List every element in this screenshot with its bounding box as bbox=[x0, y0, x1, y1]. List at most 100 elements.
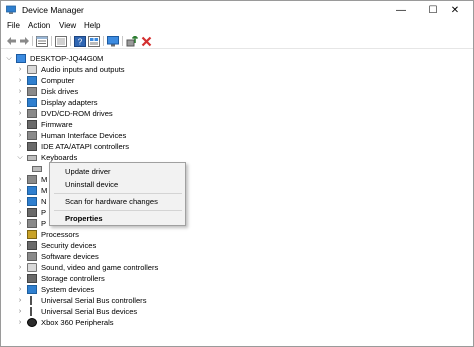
chevron-right-icon[interactable]: › bbox=[16, 76, 24, 86]
tree-item-label: IDE ATA/ATAPI controllers bbox=[41, 142, 130, 151]
tree-item-sound[interactable]: › Sound, video and game controllers bbox=[16, 262, 158, 273]
hid-icon bbox=[27, 131, 37, 140]
computer-icon bbox=[27, 76, 37, 85]
chevron-right-icon[interactable]: › bbox=[16, 98, 24, 108]
chevron-right-icon[interactable]: › bbox=[16, 307, 24, 317]
menu-help[interactable]: Help bbox=[84, 21, 100, 30]
tree-item-security[interactable]: › Security devices bbox=[16, 240, 96, 251]
tree-item-processors[interactable]: › Processors bbox=[16, 229, 79, 240]
chevron-right-icon[interactable]: › bbox=[16, 252, 24, 262]
menu-action[interactable]: Action bbox=[28, 21, 50, 30]
tree-item-system[interactable]: › System devices bbox=[16, 284, 94, 295]
tree-item-xbox[interactable]: › Xbox 360 Peripherals bbox=[16, 317, 114, 328]
tree-item-label: Human Interface Devices bbox=[41, 131, 127, 140]
properties-icon[interactable] bbox=[36, 35, 48, 47]
chevron-right-icon[interactable]: › bbox=[16, 296, 24, 306]
uninstall-icon[interactable] bbox=[140, 35, 152, 47]
tree-item-ide[interactable]: › IDE ATA/ATAPI controllers bbox=[16, 141, 129, 152]
keyboard-icon bbox=[27, 154, 37, 161]
menu-separator bbox=[54, 193, 182, 194]
tree-item-label: N bbox=[41, 197, 47, 206]
menu-file[interactable]: File bbox=[7, 21, 20, 30]
chevron-down-icon[interactable]: ⌵ bbox=[16, 153, 24, 163]
tree-item-storage[interactable]: › Storage controllers bbox=[16, 273, 105, 284]
chevron-right-icon[interactable]: › bbox=[16, 318, 24, 328]
chevron-right-icon[interactable]: › bbox=[16, 142, 24, 152]
processor-icon bbox=[27, 230, 37, 239]
tree-item-disk-drives[interactable]: › Disk drives bbox=[16, 86, 78, 97]
chevron-right-icon[interactable]: › bbox=[16, 208, 24, 218]
speaker-icon bbox=[27, 65, 37, 74]
tree-item-mice[interactable]: › M bbox=[16, 174, 47, 185]
update-driver-icon[interactable] bbox=[126, 35, 138, 47]
chevron-right-icon[interactable]: › bbox=[16, 109, 24, 119]
chevron-right-icon[interactable]: › bbox=[16, 175, 24, 185]
tree-root-node[interactable]: ⌵ DESKTOP-JQ44G0M bbox=[5, 53, 103, 64]
svg-text:?: ? bbox=[78, 37, 83, 46]
toolbar: ? bbox=[1, 33, 473, 49]
chevron-right-icon[interactable]: › bbox=[16, 219, 24, 229]
tree-item-display-adapters[interactable]: › Display adapters bbox=[16, 97, 98, 108]
forward-icon[interactable] bbox=[18, 35, 30, 47]
chevron-right-icon[interactable]: › bbox=[16, 131, 24, 141]
menu-scan-hardware[interactable]: Scan for hardware changes bbox=[65, 197, 158, 206]
chevron-right-icon[interactable]: › bbox=[16, 285, 24, 295]
view-icon[interactable] bbox=[88, 35, 100, 47]
toolbar-separator bbox=[122, 36, 123, 46]
toolbar-separator bbox=[51, 36, 52, 46]
usb-icon bbox=[30, 296, 34, 305]
chevron-right-icon[interactable]: › bbox=[16, 65, 24, 75]
close-button[interactable]: ✕ bbox=[437, 1, 473, 19]
chevron-right-icon[interactable]: › bbox=[16, 274, 24, 284]
tree-item-firmware[interactable]: › Firmware bbox=[16, 119, 73, 130]
keyboard-icon bbox=[32, 165, 42, 172]
tree-item-dvd[interactable]: › DVD/CD-ROM drives bbox=[16, 108, 113, 119]
tree-item-usb-controllers[interactable]: › Universal Serial Bus controllers bbox=[16, 295, 147, 306]
port-icon bbox=[27, 208, 37, 217]
monitor-icon[interactable] bbox=[107, 35, 119, 47]
tree-item-usb-devices[interactable]: › Universal Serial Bus devices bbox=[16, 306, 137, 317]
tree-item-label: Sound, video and game controllers bbox=[41, 263, 159, 272]
tree-item-print[interactable]: › P bbox=[16, 218, 46, 229]
minimize-button[interactable]: — bbox=[383, 1, 419, 19]
tree-item-label: P bbox=[41, 219, 47, 228]
toolbar-separator bbox=[103, 36, 104, 46]
title-bar[interactable]: Device Manager — ☐ ✕ bbox=[1, 1, 473, 19]
tree-item-label: Disk drives bbox=[41, 87, 79, 96]
chevron-right-icon[interactable]: › bbox=[16, 197, 24, 207]
help-icon[interactable]: ? bbox=[74, 35, 86, 47]
chevron-right-icon[interactable]: › bbox=[16, 186, 24, 196]
system-icon bbox=[27, 285, 37, 294]
menu-properties[interactable]: Properties bbox=[65, 214, 103, 223]
chevron-right-icon[interactable]: › bbox=[16, 263, 24, 273]
chevron-right-icon[interactable]: › bbox=[16, 120, 24, 130]
menu-view[interactable]: View bbox=[59, 21, 76, 30]
chevron-down-icon[interactable]: ⌵ bbox=[5, 54, 13, 64]
tree-item-label: Software devices bbox=[41, 252, 99, 261]
tree-root-label: DESKTOP-JQ44G0M bbox=[30, 54, 104, 63]
device-manager-window: Device Manager — ☐ ✕ File Action View He… bbox=[0, 0, 474, 347]
tree-item-audio[interactable]: › Audio inputs and outputs bbox=[16, 64, 125, 75]
tree-item-label: Display adapters bbox=[41, 98, 98, 107]
show-hidden-icon[interactable] bbox=[55, 35, 67, 47]
chevron-right-icon[interactable]: › bbox=[16, 241, 24, 251]
menu-uninstall-device[interactable]: Uninstall device bbox=[65, 180, 118, 189]
menu-separator bbox=[54, 210, 182, 211]
menu-update-driver[interactable]: Update driver bbox=[65, 167, 111, 176]
tree-item-label: P bbox=[41, 208, 47, 217]
tree-item-label: System devices bbox=[41, 285, 95, 294]
tree-item-ports[interactable]: › P bbox=[16, 207, 46, 218]
chevron-right-icon[interactable]: › bbox=[16, 230, 24, 240]
tree-item-label: Audio inputs and outputs bbox=[41, 65, 125, 74]
back-icon[interactable] bbox=[5, 35, 17, 47]
tree-item-software[interactable]: › Software devices bbox=[16, 251, 99, 262]
tree-item-computer[interactable]: › Computer bbox=[16, 75, 74, 86]
tree-item-network[interactable]: › N bbox=[16, 196, 46, 207]
chevron-right-icon[interactable]: › bbox=[16, 87, 24, 97]
tree-item-hid[interactable]: › Human Interface Devices bbox=[16, 130, 126, 141]
tree-item-monitors[interactable]: › M bbox=[16, 185, 47, 196]
mouse-icon bbox=[27, 175, 37, 184]
tree-item-keyboard-device[interactable] bbox=[29, 163, 46, 174]
tree-item-label: M bbox=[41, 175, 48, 184]
display-icon bbox=[27, 98, 37, 107]
